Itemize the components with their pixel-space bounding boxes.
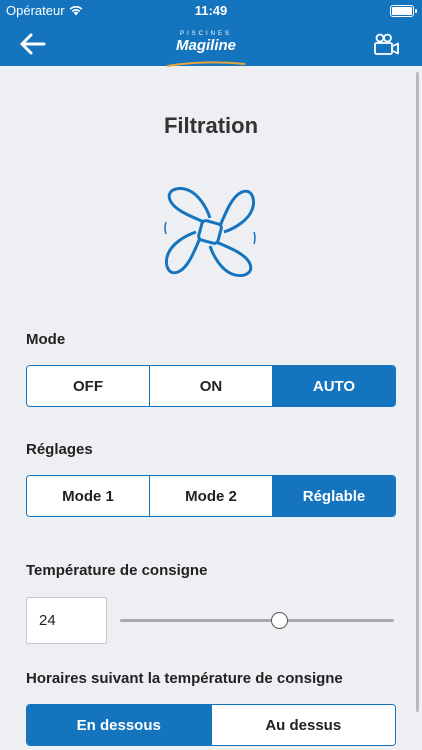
reglages-option-mode1[interactable]: Mode 1 — [27, 476, 150, 516]
mode-option-on[interactable]: ON — [150, 366, 273, 406]
fan-icon — [164, 186, 256, 278]
status-time: 11:49 — [194, 3, 228, 18]
mode-label: Mode — [26, 331, 66, 348]
horaires-segmented-control: En dessous Au dessus — [26, 704, 396, 746]
reglages-label: Réglages — [26, 441, 93, 458]
logo-title: Magiline — [175, 37, 236, 54]
horaires-option-en-dessous[interactable]: En dessous — [27, 705, 212, 745]
mode-segmented-control: OFF ON AUTO — [26, 365, 396, 407]
logo-swoosh-icon — [166, 61, 246, 67]
reglages-segmented-control: Mode 1 Mode 2 Réglable — [26, 475, 396, 517]
battery-icon — [390, 5, 417, 17]
arrow-left-icon[interactable] — [18, 32, 46, 56]
slider-thumb[interactable] — [270, 612, 288, 629]
mode-option-off[interactable]: OFF — [27, 366, 150, 406]
reglages-option-mode2[interactable]: Mode 2 — [150, 476, 273, 516]
horaires-option-au-dessus[interactable]: Au dessus — [211, 705, 395, 745]
temperature-input[interactable]: 24 — [26, 597, 107, 644]
video-camera-icon[interactable] — [372, 32, 400, 56]
reglages-option-reglable[interactable]: Réglable — [273, 476, 395, 516]
magiline-logo: PISCINES Magiline — [165, 30, 247, 67]
slider-track — [120, 619, 394, 622]
horaires-label: Horaires suivant la température de consi… — [26, 670, 343, 687]
status-bar: Opérateur 11:49 — [0, 0, 422, 22]
page-title: Filtration — [163, 113, 259, 138]
temperature-label: Température de consigne — [26, 562, 208, 579]
temperature-slider[interactable] — [120, 612, 394, 629]
scrollbar[interactable] — [416, 72, 419, 712]
nav-bar: PISCINES Magiline — [0, 22, 422, 67]
mode-option-auto[interactable]: AUTO — [273, 366, 395, 406]
